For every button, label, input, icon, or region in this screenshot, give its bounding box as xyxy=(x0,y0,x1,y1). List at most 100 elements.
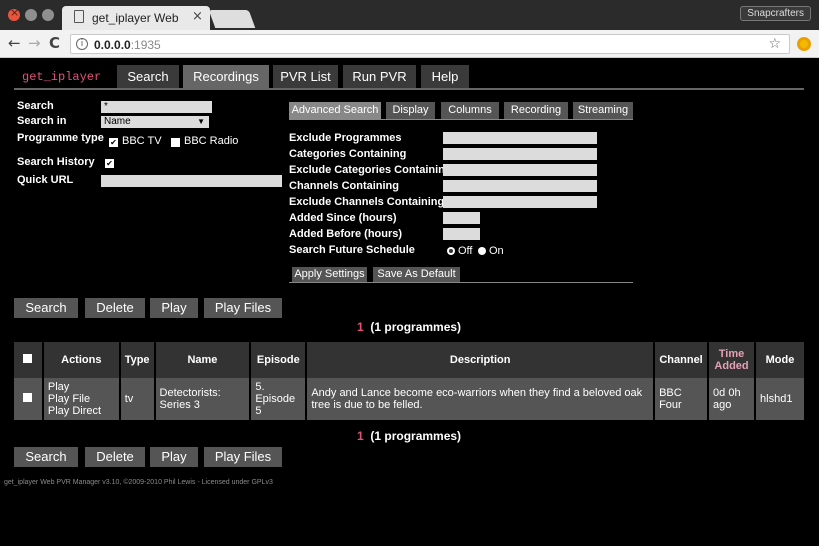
play-files-button-bottom[interactable]: Play Files xyxy=(204,447,282,467)
tab-columns[interactable]: Columns xyxy=(441,102,499,119)
chevron-down-icon: ▼ xyxy=(197,117,205,126)
nav-search[interactable]: Search xyxy=(117,65,179,88)
exclude-categories-label: Exclude Categories Containing xyxy=(289,164,452,176)
reload-icon[interactable]: C xyxy=(49,34,60,52)
results-count-number: 1 xyxy=(357,320,364,334)
search-history-checkbox[interactable]: ✔ xyxy=(105,159,114,168)
url-input[interactable]: i 0.0.0.0:1935 ☆ xyxy=(70,34,790,54)
results-count-number-bottom: 1 xyxy=(357,429,364,443)
bbc-tv-label: BBC TV xyxy=(122,135,162,147)
row-channel: BBC Four xyxy=(654,378,710,420)
play-files-button[interactable]: Play Files xyxy=(204,298,282,318)
nav-run-pvr[interactable]: Run PVR xyxy=(343,65,416,88)
exclude-channels-input[interactable] xyxy=(443,196,597,208)
delete-button[interactable]: Delete xyxy=(85,298,145,318)
page-content: get_iplayer Search Recordings PVR List R… xyxy=(0,58,819,546)
channels-containing-input[interactable] xyxy=(443,180,597,192)
url-port: :1935 xyxy=(130,38,161,52)
back-arrow-icon[interactable]: ← xyxy=(8,34,21,52)
extension-icon[interactable] xyxy=(797,37,811,51)
search-in-select[interactable]: Name ▼ xyxy=(101,116,209,128)
results-count-bottom: 1 (1 programmes) xyxy=(357,429,461,443)
col-name[interactable]: Name xyxy=(154,342,252,378)
channels-containing-label: Channels Containing xyxy=(289,180,399,192)
row-mode: hlshd1 xyxy=(755,378,804,420)
bookmark-star-icon[interactable]: ☆ xyxy=(768,36,781,52)
table-header-row: Actions Type Name Episode Description Ch… xyxy=(14,342,804,378)
options-bottom-divider xyxy=(289,282,633,283)
future-on-radio[interactable] xyxy=(478,247,486,255)
added-since-input[interactable] xyxy=(443,212,480,224)
play-button[interactable]: Play xyxy=(150,298,198,318)
nav-recordings[interactable]: Recordings xyxy=(183,65,269,88)
play-link[interactable]: Play xyxy=(48,381,115,393)
profile-button[interactable]: Snapcrafters xyxy=(740,6,811,21)
search-history-label: Search History xyxy=(17,156,95,168)
nav-pvr-list[interactable]: PVR List xyxy=(273,65,338,88)
exclude-programmes-input[interactable] xyxy=(443,132,597,144)
exclude-channels-label: Exclude Channels Containing xyxy=(289,196,445,208)
search-button[interactable]: Search xyxy=(14,298,78,318)
programme-type-label: Programme type xyxy=(17,132,104,144)
tab-advanced-search[interactable]: Advanced Search xyxy=(289,102,381,119)
tab-recording[interactable]: Recording xyxy=(504,102,568,119)
browser-tab[interactable]: get_iplayer Web PV × xyxy=(62,6,210,30)
play-direct-link[interactable]: Play Direct xyxy=(48,405,115,417)
col-channel[interactable]: Channel xyxy=(654,342,710,378)
quick-url-input[interactable] xyxy=(101,175,282,187)
tab-display[interactable]: Display xyxy=(386,102,435,119)
window-close-button[interactable] xyxy=(8,6,20,21)
delete-button-bottom[interactable]: Delete xyxy=(85,447,145,467)
row-type: tv xyxy=(119,378,156,420)
added-before-label: Added Before (hours) xyxy=(289,228,403,240)
apply-settings-button[interactable]: Apply Settings xyxy=(292,267,367,282)
tab-streaming[interactable]: Streaming xyxy=(573,102,633,119)
info-icon[interactable]: i xyxy=(76,38,88,50)
select-all-checkbox[interactable] xyxy=(23,354,33,363)
col-description[interactable]: Description xyxy=(306,342,656,378)
close-icon[interactable]: × xyxy=(192,9,203,24)
added-before-input[interactable] xyxy=(443,228,480,240)
url-text: 0.0.0.0:1935 xyxy=(94,38,161,52)
results-count-label: (1 programmes) xyxy=(370,320,462,334)
options-divider xyxy=(289,119,633,120)
exclude-categories-input[interactable] xyxy=(443,164,597,176)
search-in-label: Search in xyxy=(17,115,67,127)
window-titlebar: get_iplayer Web PV × Snapcrafters xyxy=(0,0,819,30)
exclude-programmes-label: Exclude Programmes xyxy=(289,132,402,144)
row-name: Detectorists: Series 3 xyxy=(154,378,252,420)
bbc-radio-checkbox[interactable] xyxy=(171,138,180,147)
window-maximize-button[interactable] xyxy=(42,9,54,21)
future-off-radio[interactable] xyxy=(447,247,455,255)
search-label: Search xyxy=(17,100,54,112)
play-button-bottom[interactable]: Play xyxy=(150,447,198,467)
tab-title: get_iplayer Web PV xyxy=(92,11,178,25)
bbc-tv-checkbox[interactable]: ✔ xyxy=(109,138,118,147)
col-time-added[interactable]: Time Added xyxy=(708,342,757,378)
save-as-default-button[interactable]: Save As Default xyxy=(373,267,460,282)
bbc-radio-label: BBC Radio xyxy=(184,135,239,147)
col-mode[interactable]: Mode xyxy=(755,342,804,378)
forward-arrow-icon[interactable]: → xyxy=(28,34,41,52)
window-minimize-button[interactable] xyxy=(25,9,37,21)
brand-logo: get_iplayer xyxy=(22,70,102,84)
col-episode[interactable]: Episode xyxy=(250,342,308,378)
search-input[interactable]: * xyxy=(101,101,212,113)
categories-containing-input[interactable] xyxy=(443,148,597,160)
nav-help[interactable]: Help xyxy=(421,65,469,88)
col-type[interactable]: Type xyxy=(119,342,156,378)
results-count-label-bottom: (1 programmes) xyxy=(370,429,462,443)
search-button-bottom[interactable]: Search xyxy=(14,447,78,467)
select-all-cell[interactable] xyxy=(14,342,44,378)
row-select-cell[interactable] xyxy=(14,378,44,420)
nav-divider xyxy=(14,88,804,90)
row-actions: Play Play File Play Direct xyxy=(42,378,121,420)
play-file-link[interactable]: Play File xyxy=(48,393,115,405)
results-count: 1 (1 programmes) xyxy=(357,320,461,334)
col-actions[interactable]: Actions xyxy=(42,342,121,378)
future-off-label: Off xyxy=(458,245,473,257)
new-tab-button[interactable] xyxy=(208,10,256,28)
row-checkbox[interactable] xyxy=(23,393,33,402)
results-table: Actions Type Name Episode Description Ch… xyxy=(14,342,804,420)
categories-containing-label: Categories Containing xyxy=(289,148,407,160)
